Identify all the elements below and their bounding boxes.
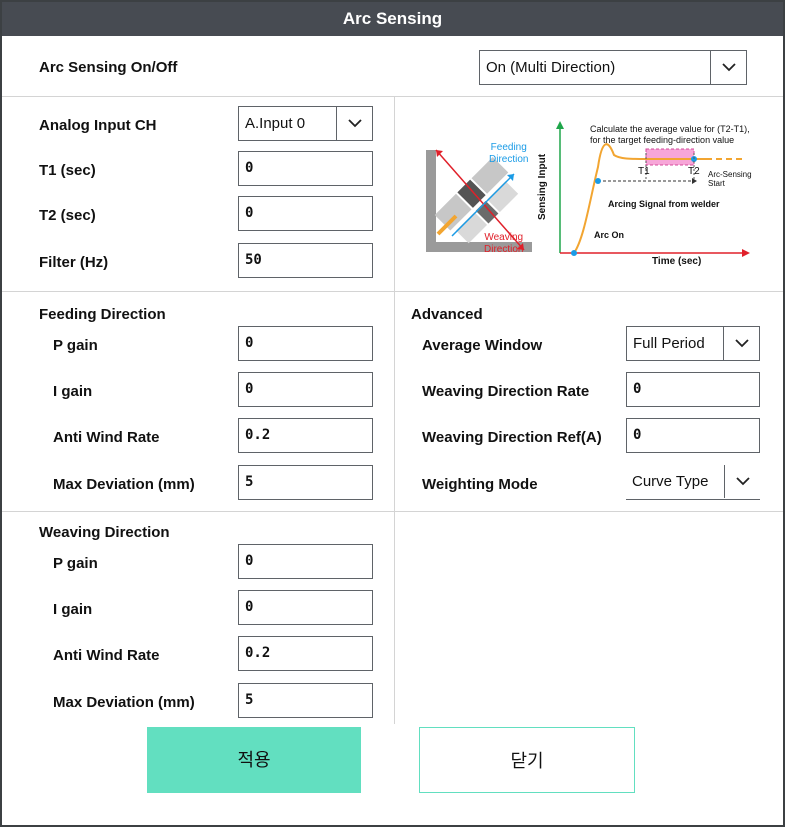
weighting-mode-select[interactable]: Curve Type	[626, 465, 760, 500]
weaving-i-gain-input[interactable]: 0	[238, 590, 373, 625]
t2-marker: T2	[688, 166, 700, 177]
feeding-anti-wind-label: Anti Wind Rate	[53, 429, 160, 446]
analog-input-select[interactable]: A.Input 0	[238, 106, 373, 141]
feeding-p-gain-input[interactable]: 0	[238, 326, 373, 361]
arc-sensing-label: Arc Sensing On/Off	[39, 59, 178, 76]
chevron-down-icon[interactable]	[710, 51, 746, 84]
window-title: Arc Sensing	[2, 2, 783, 36]
chevron-down-icon[interactable]	[336, 107, 372, 140]
average-window-value: Full Period	[633, 335, 705, 352]
arc-sensing-start: Arc-Sensing Start	[708, 170, 752, 188]
chart-note-line1: Calculate the average value for (T2-T1),	[590, 124, 750, 134]
feeding-direction-title: Feeding Direction	[39, 306, 166, 323]
average-window-select[interactable]: Full Period	[626, 326, 760, 361]
feeding-i-gain-label: I gain	[53, 383, 93, 400]
chart-note: Calculate the average value for (T2-T1),…	[590, 124, 750, 146]
arc-sensing-value: On (Multi Direction)	[486, 59, 616, 76]
analog-input-value: A.Input 0	[245, 115, 306, 132]
weaving-label-line2: Direction	[484, 244, 524, 255]
feeding-p-gain-label: P gain	[53, 337, 98, 354]
feeding-max-dev-label: Max Deviation (mm)	[53, 476, 195, 493]
weaving-rate-input[interactable]: 0	[626, 372, 760, 407]
average-window-label: Average Window	[422, 337, 543, 354]
arc-sensing-start-line2: Start	[708, 179, 725, 188]
weaving-anti-wind-input[interactable]: 0.2	[238, 636, 373, 671]
apply-button[interactable]: 적용	[147, 727, 361, 793]
weaving-rate-label: Weaving Direction Rate	[422, 383, 590, 400]
t2-input[interactable]: 0	[238, 196, 373, 231]
t1-marker: T1	[638, 166, 650, 177]
filter-input[interactable]: 50	[238, 243, 373, 278]
weaving-label-line1: Weaving	[484, 232, 524, 243]
weaving-ref-input[interactable]: 0	[626, 418, 760, 453]
feeding-label-line1: Feeding	[490, 142, 527, 153]
weighting-mode-label: Weighting Mode	[422, 476, 538, 493]
feeding-label-line2: Direction	[489, 154, 529, 165]
analog-input-label: Analog Input CH	[39, 117, 157, 134]
feeding-max-dev-input[interactable]: 5	[238, 465, 373, 500]
weaving-max-dev-label: Max Deviation (mm)	[53, 694, 195, 711]
feeding-i-gain-input[interactable]: 0	[238, 372, 373, 407]
divider	[2, 291, 783, 292]
weaving-anti-wind-label: Anti Wind Rate	[53, 647, 160, 664]
weaving-direction-title: Weaving Direction	[39, 524, 170, 541]
filter-label: Filter (Hz)	[39, 254, 109, 271]
x-axis-label: Time (sec)	[652, 256, 702, 267]
weaving-max-dev-input[interactable]: 5	[238, 683, 373, 718]
weaving-ref-label: Weaving Direction Ref(A)	[422, 429, 602, 446]
divider	[2, 96, 783, 97]
y-axis-label: Sensing Input	[537, 153, 549, 221]
chevron-down-icon[interactable]	[723, 327, 759, 360]
feeding-direction-label: Feeding Direction	[489, 142, 528, 166]
chart-note-line2: for the target feeding-direction value	[590, 135, 735, 145]
arcing-signal-label: Arcing Signal from welder	[608, 199, 720, 209]
advanced-title: Advanced	[411, 306, 483, 323]
arc-sensing-select[interactable]: On (Multi Direction)	[479, 50, 747, 85]
t1-input[interactable]: 0	[238, 151, 373, 186]
weaving-direction-label: Weaving Direction	[484, 232, 523, 256]
weaving-i-gain-label: I gain	[53, 601, 93, 618]
t2-label: T2 (sec)	[39, 207, 96, 224]
weighting-mode-value: Curve Type	[632, 473, 709, 490]
t1-label: T1 (sec)	[39, 162, 96, 179]
divider	[2, 511, 783, 512]
feeding-anti-wind-input[interactable]: 0.2	[238, 418, 373, 453]
close-button[interactable]: 닫기	[419, 727, 635, 793]
weaving-p-gain-input[interactable]: 0	[238, 544, 373, 579]
arc-sensing-start-line1: Arc-Sensing	[708, 170, 752, 179]
chevron-down-icon[interactable]	[724, 465, 760, 498]
arc-sensing-dialog: Arc Sensing Arc Sensing On/Off On (Multi…	[0, 0, 785, 827]
arc-on-label: Arc On	[594, 230, 625, 240]
divider	[394, 96, 395, 724]
weaving-p-gain-label: P gain	[53, 555, 98, 572]
